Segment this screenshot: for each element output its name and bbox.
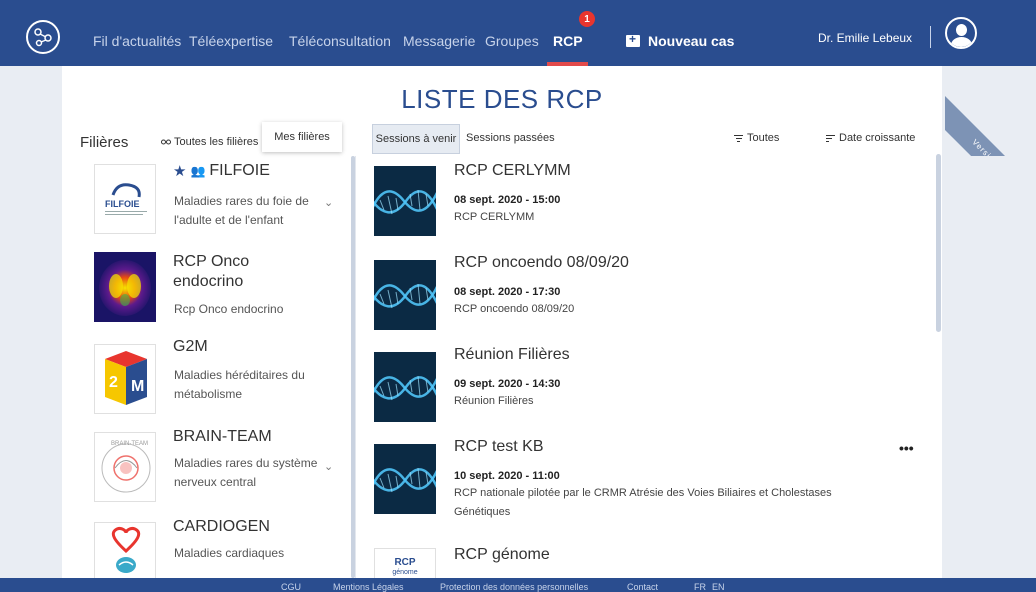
nav-teleexpertise[interactable]: Téléexpertise (189, 33, 273, 49)
rcp-genome-logo: RCP génome (374, 548, 436, 578)
main-panel: LISTE DES RCP Filières Toutes les filièr… (62, 66, 942, 578)
filiere-title: RCP Onco endocrino (173, 253, 250, 290)
page-title: LISTE DES RCP (401, 84, 603, 114)
svg-text:FILFOIE: FILFOIE (105, 199, 140, 209)
divider (930, 26, 931, 48)
svg-text:2: 2 (109, 374, 118, 391)
filiere-title: G2M (173, 338, 208, 355)
session-title: RCP oncoendo 08/09/20 (454, 254, 629, 271)
filiere-subtitle: Rcp Onco endocrino (174, 302, 284, 316)
footer-link-contact[interactable]: Contact (627, 582, 658, 592)
filter-icon (734, 134, 743, 142)
session-description: RCP nationale pilotée par le CRMR Atrési… (454, 487, 832, 518)
nav-fil-actualites[interactable]: Fil d'actualités (93, 33, 181, 49)
tab-upcoming-sessions[interactable]: Sessions à venir (372, 124, 460, 154)
filiere-title: CARDIOGEN (173, 518, 270, 535)
nav-rcp[interactable]: RCP (553, 33, 583, 49)
session-title: RCP test KB (454, 438, 544, 455)
onco-image (94, 252, 156, 322)
session-description: RCP CERLYMM (454, 211, 535, 223)
all-filieres-label: Toutes les filières (174, 136, 259, 148)
footer: CGU Mentions Légales Protection des donn… (0, 578, 1036, 592)
session-title: Réunion Filières (454, 346, 570, 363)
cardiogen-logo (94, 522, 156, 578)
dna-thumbnail (374, 444, 436, 514)
filiere-subtitle: Maladies rares du système nerveux centra… (174, 456, 318, 489)
filieres-heading: Filières (80, 134, 129, 151)
session-date: 10 sept. 2020 - 11:00 (454, 470, 560, 482)
filter-button[interactable]: Toutes (734, 132, 779, 144)
svg-text:BRAIN-TEAM: BRAIN-TEAM (111, 441, 148, 447)
top-navbar: Fil d'actualités Téléexpertise Téléconsu… (0, 0, 1036, 66)
sort-button[interactable]: Date croissante (826, 132, 915, 144)
nav-groupes[interactable]: Groupes (485, 33, 539, 49)
my-filieres-button[interactable]: Mes filières (262, 122, 342, 152)
dna-thumbnail (374, 352, 436, 422)
dna-thumbnail (374, 166, 436, 236)
filiere-subtitle: Maladies cardiaques (174, 546, 285, 560)
brain-team-logo: BRAIN-TEAM (94, 432, 156, 502)
session-date: 08 sept. 2020 - 17:30 (454, 286, 561, 298)
star-icon[interactable]: ★ (173, 162, 186, 180)
new-case-button[interactable]: Nouveau cas (626, 32, 735, 49)
sessions-list: RCP CERLYMM 08 sept. 2020 - 15:00 RCP CE… (362, 156, 938, 578)
session-title: RCP génome (454, 546, 550, 563)
add-case-icon (626, 32, 640, 47)
filieres-list: FILFOIE ★ 👥 FILFOIE Maladies rares du fo… (62, 156, 354, 578)
sort-icon (826, 134, 835, 142)
chevron-down-icon[interactable]: ⌄ (324, 460, 333, 473)
footer-link-privacy[interactable]: Protection des données personnelles (440, 582, 588, 592)
session-description: RCP oncoendo 08/09/20 (454, 303, 575, 315)
session-date: 08 sept. 2020 - 15:00 (454, 194, 561, 206)
user-avatar-icon[interactable] (945, 17, 977, 49)
filter-label: Toutes (747, 132, 780, 144)
session-date: 09 sept. 2020 - 14:30 (454, 378, 561, 390)
sort-label: Date croissante (839, 132, 916, 144)
footer-link-mentions[interactable]: Mentions Légales (333, 582, 404, 592)
footer-link-cgu[interactable]: CGU (281, 582, 301, 592)
filiere-title: FILFOIE (209, 162, 270, 179)
dna-thumbnail (374, 260, 436, 330)
nav-teleconsultation[interactable]: Téléconsultation (289, 33, 391, 49)
g2m-logo: 2 M (94, 344, 156, 414)
user-name[interactable]: Dr. Emilie Lebeux (818, 31, 912, 45)
filfoie-logo: FILFOIE (94, 164, 156, 234)
all-filieres-button[interactable]: Toutes les filières (157, 130, 262, 154)
chevron-down-icon[interactable]: ⌄ (324, 196, 333, 209)
session-description: Réunion Filières (454, 395, 534, 407)
beta-ribbon: Version bêta (945, 66, 1036, 156)
filiere-subtitle: Maladies rares du foie de l'adulte et de… (174, 194, 309, 227)
rcp-notification-badge: 1 (579, 11, 595, 27)
svg-text:M: M (131, 378, 144, 395)
tab-past-sessions[interactable]: Sessions passées (466, 132, 555, 144)
group-icon: 👥 (190, 164, 206, 178)
new-case-label: Nouveau cas (648, 33, 735, 49)
lang-en[interactable]: EN (712, 582, 725, 592)
app-logo-icon[interactable] (26, 20, 60, 54)
session-title: RCP CERLYMM (454, 162, 571, 179)
divider (355, 156, 356, 578)
lang-fr[interactable]: FR (694, 582, 706, 592)
beta-label: Version bêta (945, 96, 1036, 156)
link-icon (161, 139, 171, 145)
right-scrollbar[interactable] (936, 154, 941, 332)
more-options-icon[interactable]: ••• (899, 440, 914, 456)
filiere-subtitle: Maladies héréditaires du métabolisme (174, 368, 305, 401)
filiere-title: BRAIN-TEAM (173, 428, 272, 445)
nav-messagerie[interactable]: Messagerie (403, 33, 475, 49)
